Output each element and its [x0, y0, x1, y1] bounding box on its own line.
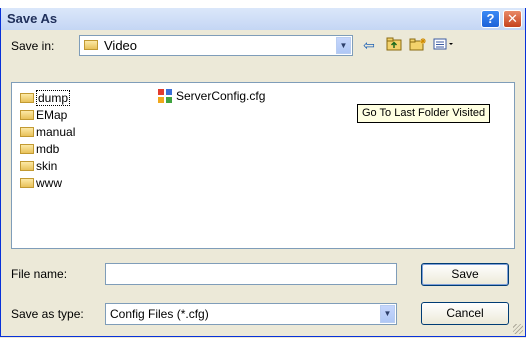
folder-name: dump [36, 90, 71, 106]
list-item[interactable]: ServerConfig.cfg [158, 89, 265, 104]
help-button[interactable]: ? [481, 10, 500, 28]
new-folder-icon[interactable] [409, 37, 427, 54]
folder-icon [20, 178, 34, 188]
resize-grip[interactable] [513, 324, 523, 334]
dropdown-arrow-icon[interactable]: ▼ [380, 305, 395, 323]
list-item[interactable]: EMap [20, 108, 67, 123]
list-item[interactable]: mdb [20, 142, 59, 157]
save-in-label: Save in: [11, 39, 55, 53]
folder-name: skin [36, 159, 58, 173]
folder-icon [84, 40, 98, 50]
save-as-type-label: Save as type: [11, 307, 84, 321]
folder-name: manual [36, 125, 76, 139]
file-name-label: File name: [11, 267, 68, 281]
folder-icon [20, 127, 34, 137]
folder-name: EMap [36, 108, 68, 122]
dropdown-arrow-icon[interactable]: ▼ [336, 37, 351, 54]
list-item[interactable]: www [20, 176, 62, 191]
tooltip: Go To Last Folder Visited [357, 104, 491, 123]
list-item[interactable]: dump [20, 90, 71, 106]
save-button[interactable]: Save [421, 263, 509, 286]
file-name-input[interactable] [105, 263, 397, 285]
folder-name: mdb [36, 142, 60, 156]
window-title: Save As [7, 11, 58, 26]
save-as-type-dropdown[interactable]: Config Files (*.cfg) ▼ [105, 303, 397, 325]
folder-icon [20, 161, 34, 171]
folder-name: www [36, 176, 62, 190]
list-item[interactable]: skin [20, 159, 57, 174]
config-file-icon [158, 89, 172, 103]
list-item[interactable]: manual [20, 125, 75, 140]
cancel-button[interactable]: Cancel [421, 302, 509, 325]
folder-icon [20, 144, 34, 154]
title-bar[interactable]: Save As ? ✕ [1, 8, 525, 30]
save-as-type-value: Config Files (*.cfg) [110, 307, 209, 321]
file-name: ServerConfig.cfg [176, 89, 266, 103]
folder-icon [20, 93, 34, 103]
folder-icon [20, 110, 34, 120]
up-folder-icon[interactable] [386, 37, 402, 54]
save-in-value: Video [104, 38, 138, 53]
save-as-dialog: Save As ? ✕ Save in: Video ▼ ⇦ dump EMap… [0, 8, 526, 337]
back-arrow-icon[interactable]: ⇦ [363, 37, 375, 53]
close-button[interactable]: ✕ [503, 10, 522, 28]
save-in-dropdown[interactable]: Video ▼ [79, 35, 353, 56]
background-strip [0, 0, 526, 8]
views-menu-icon[interactable] [433, 37, 455, 54]
